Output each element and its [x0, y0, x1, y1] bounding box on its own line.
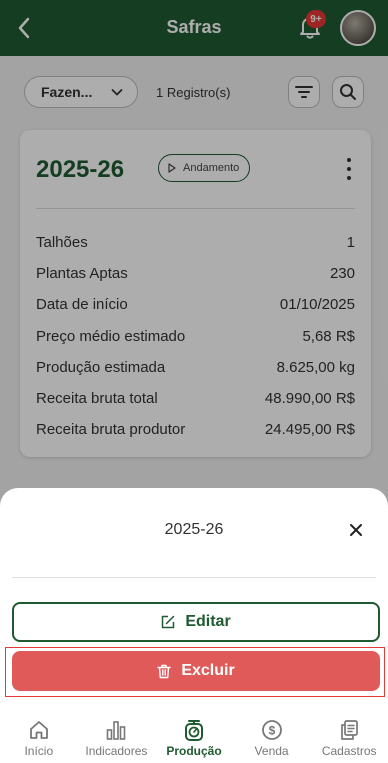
nav-label: Produção	[166, 744, 222, 758]
nav-item-producao[interactable]: Produção	[155, 710, 233, 763]
edit-button[interactable]: Editar	[12, 602, 380, 642]
delete-label: Excluir	[181, 662, 235, 679]
nav-label: Indicadores	[85, 744, 148, 758]
nav-item-cadastros[interactable]: Cadastros	[310, 710, 388, 763]
close-icon	[350, 524, 362, 536]
close-button[interactable]	[346, 520, 366, 540]
trash-icon	[157, 664, 172, 678]
bar-chart-icon	[105, 718, 127, 742]
sheet-title: 2025-26	[164, 521, 224, 538]
document-copy-icon	[338, 718, 360, 742]
delete-button[interactable]: Excluir	[12, 651, 380, 691]
nav-item-inicio[interactable]: Início	[0, 710, 78, 763]
sheet-divider	[12, 577, 376, 578]
svg-text:$: $	[268, 724, 275, 738]
bottom-navigation: Início Indicadores Produção $ Venda Cada…	[0, 710, 388, 763]
nav-label: Cadastros	[321, 744, 377, 758]
actions-bottom-sheet: 2025-26 Editar Excluir	[0, 488, 388, 710]
dollar-coin-icon: $	[261, 718, 283, 742]
scale-icon	[183, 718, 205, 742]
home-icon	[28, 718, 50, 742]
nav-item-indicadores[interactable]: Indicadores	[78, 710, 156, 763]
nav-label: Venda	[254, 744, 289, 758]
edit-label: Editar	[185, 613, 231, 630]
edit-icon	[162, 615, 175, 629]
nav-label: Início	[24, 744, 54, 758]
nav-item-venda[interactable]: $ Venda	[233, 710, 311, 763]
